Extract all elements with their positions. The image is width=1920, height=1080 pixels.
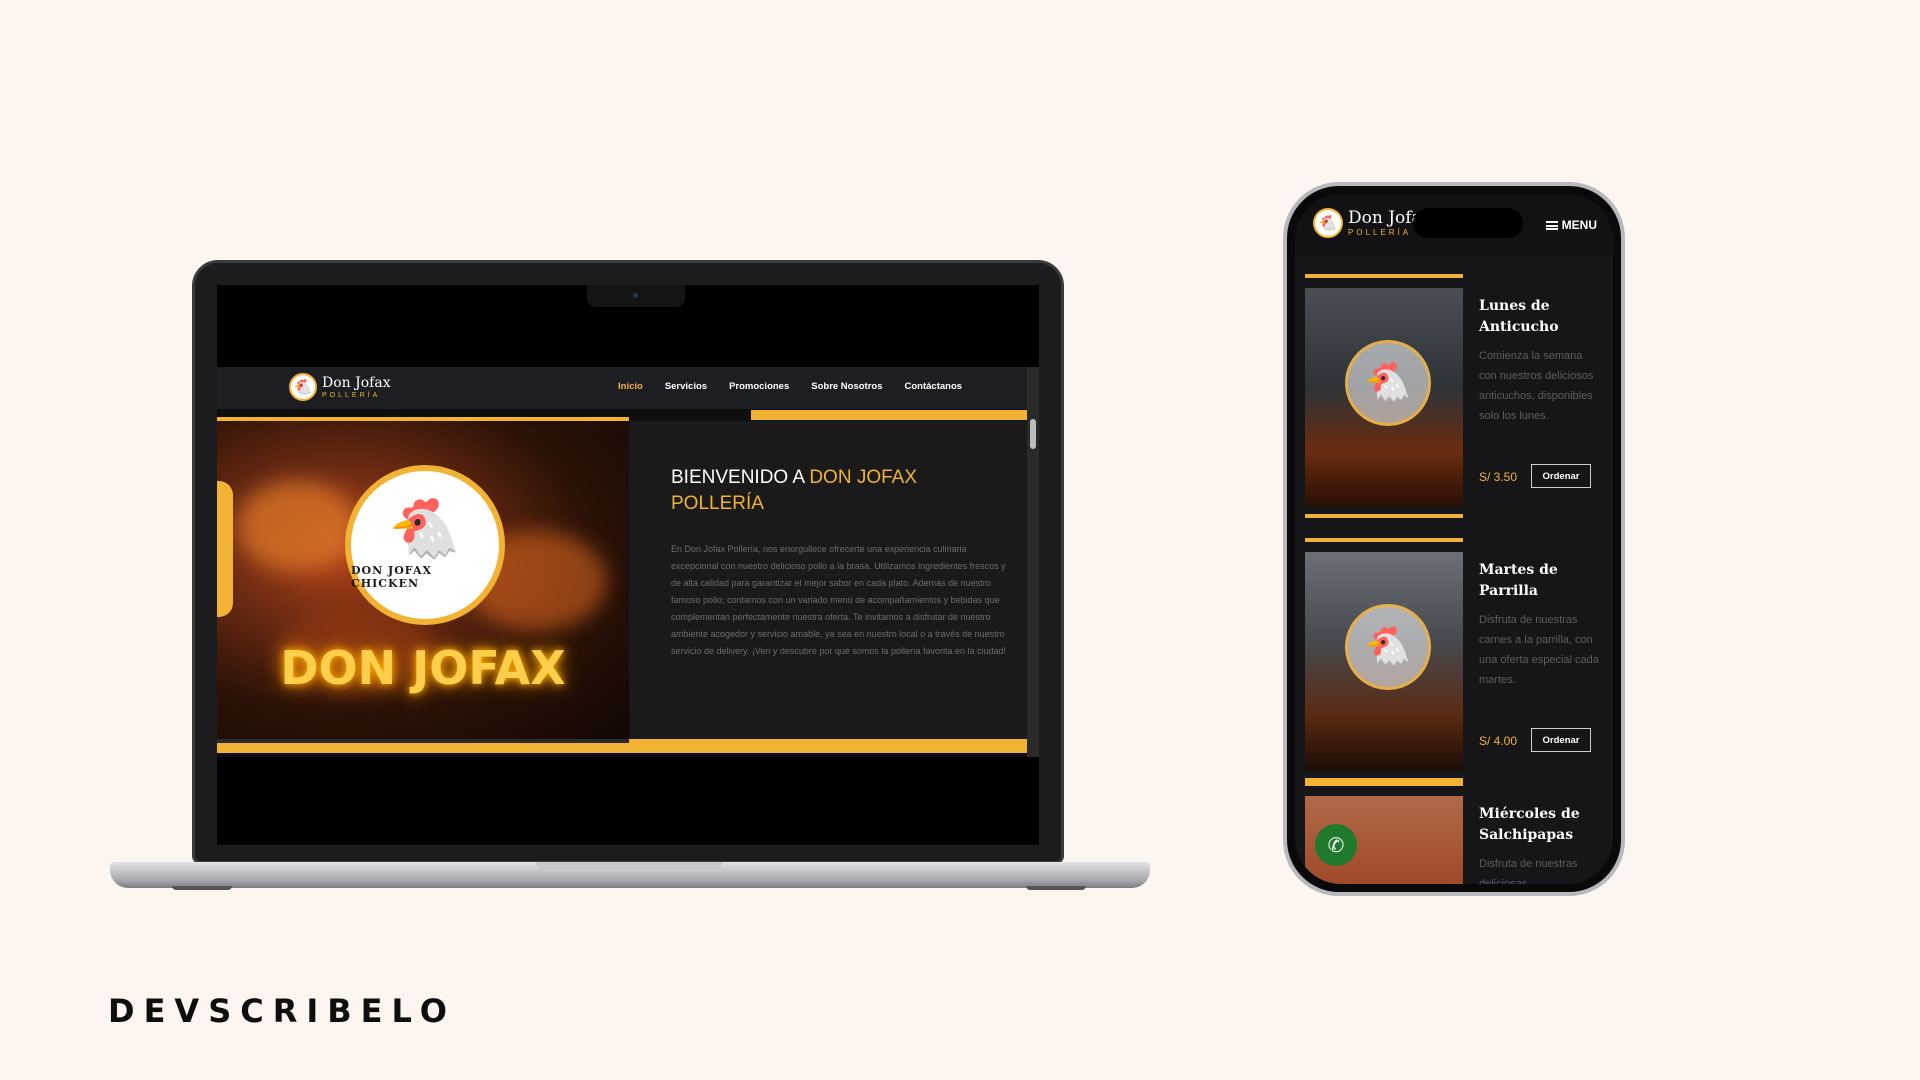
hero-image: 🐔 DON JOFAX CHICKEN DON JOFAX ✆ [217, 421, 629, 739]
logo-subtitle: POLLERÍA [322, 391, 381, 399]
dynamic-island [1413, 208, 1523, 238]
website-desktop-view: 🐔 Don Jofax POLLERÍA Inicio Servicios Pr… [217, 367, 1039, 757]
gold-footer-bar [217, 739, 1039, 753]
laptop-screen: 🐔 Don Jofax POLLERÍA Inicio Servicios Pr… [217, 285, 1039, 845]
gold-divider [1305, 782, 1463, 786]
promo-image: 🐔 [1305, 288, 1463, 506]
nav-link-inicio[interactable]: Inicio [618, 381, 643, 392]
order-button[interactable]: Ordenar [1531, 464, 1591, 488]
promo-title: Lunes de Anticucho [1479, 298, 1559, 335]
nav-link-promociones[interactable]: Promociones [729, 381, 789, 392]
menu-label: MENU [1561, 218, 1597, 232]
scrollbar-thumb[interactable] [1030, 419, 1036, 449]
gold-divider [1305, 514, 1463, 518]
chicken-mascot-icon: 🐔 [388, 496, 462, 561]
hero-heading-white: BIENVENIDO A [671, 467, 810, 488]
promo-title: Miércoles de Salchipapas [1479, 806, 1580, 843]
nav-link-contactanos[interactable]: Contáctanos [905, 381, 963, 392]
site-menu: Inicio Servicios Promociones Sobre Nosot… [618, 381, 962, 392]
order-button[interactable]: Ordenar [1531, 728, 1591, 752]
hero-paragraph: En Don Jofax Pollería, nos enorgullece o… [671, 544, 1007, 656]
brand-wordmark: DEVSCRIBELO [108, 992, 456, 1030]
promo-image: 🐔 [1305, 552, 1463, 770]
chicken-mascot-icon: 🐔 [1313, 208, 1343, 238]
chicken-mascot-icon: 🐔 [1345, 604, 1431, 690]
promo-price: S/ 3.50 [1479, 470, 1518, 484]
site-logo[interactable]: 🐔 Don Jofax POLLERÍA [289, 373, 391, 401]
emblem-text: DON JOFAX CHICKEN [351, 564, 433, 590]
whatsapp-icon[interactable]: ✆ [1315, 824, 1357, 866]
hamburger-icon [1545, 220, 1558, 230]
mobile-menu-button[interactable]: MENU [1545, 218, 1597, 232]
hero-neon-title: DON JOFAX [280, 641, 566, 695]
chicken-mascot-icon: 🐔 [289, 373, 317, 401]
site-navbar: 🐔 Don Jofax POLLERÍA Inicio Servicios Pr… [217, 367, 1039, 409]
promo-description: Comienza la semana con nuestros delicios… [1479, 350, 1594, 422]
promo-title: Martes de Parrilla [1479, 562, 1558, 599]
logo-name: Don Jofax [322, 374, 391, 391]
hero-text-panel: BIENVENIDO A DON JOFAX POLLERÍA En Don J… [629, 421, 1027, 739]
promo-price: S/ 4.00 [1479, 734, 1518, 748]
laptop-base-notch [536, 862, 722, 871]
promo-description: Disfruta de nuestras carnes a la parrill… [1479, 614, 1599, 686]
nav-link-sobre-nosotros[interactable]: Sobre Nosotros [811, 381, 882, 392]
site-scrollbar[interactable] [1027, 367, 1039, 757]
laptop-foot [1026, 886, 1086, 890]
gold-divider [1305, 274, 1463, 278]
nav-link-servicios[interactable]: Servicios [665, 381, 707, 392]
hero-side-tab[interactable] [217, 481, 233, 617]
phone-screen: 🐔 Don Jofax POLLERÍA MENU 🐔 Lunes de Ant… [1295, 194, 1613, 884]
gold-divider [1305, 538, 1463, 542]
phone-mockup: 🐔 Don Jofax POLLERÍA MENU 🐔 Lunes de Ant… [1283, 182, 1625, 896]
chicken-mascot-icon: 🐔 [1345, 340, 1431, 426]
laptop-mockup: 🐔 Don Jofax POLLERÍA Inicio Servicios Pr… [192, 260, 1064, 864]
hero-emblem: 🐔 DON JOFAX CHICKEN [345, 465, 505, 625]
laptop-foot [172, 886, 232, 890]
gold-divider [751, 410, 1039, 420]
laptop-base [110, 862, 1150, 888]
laptop-camera-notch [587, 285, 685, 307]
promo-description: Disfruta de nuestras deliciosas [1479, 858, 1578, 884]
hero-heading: BIENVENIDO A DON JOFAX POLLERÍA [671, 465, 971, 516]
